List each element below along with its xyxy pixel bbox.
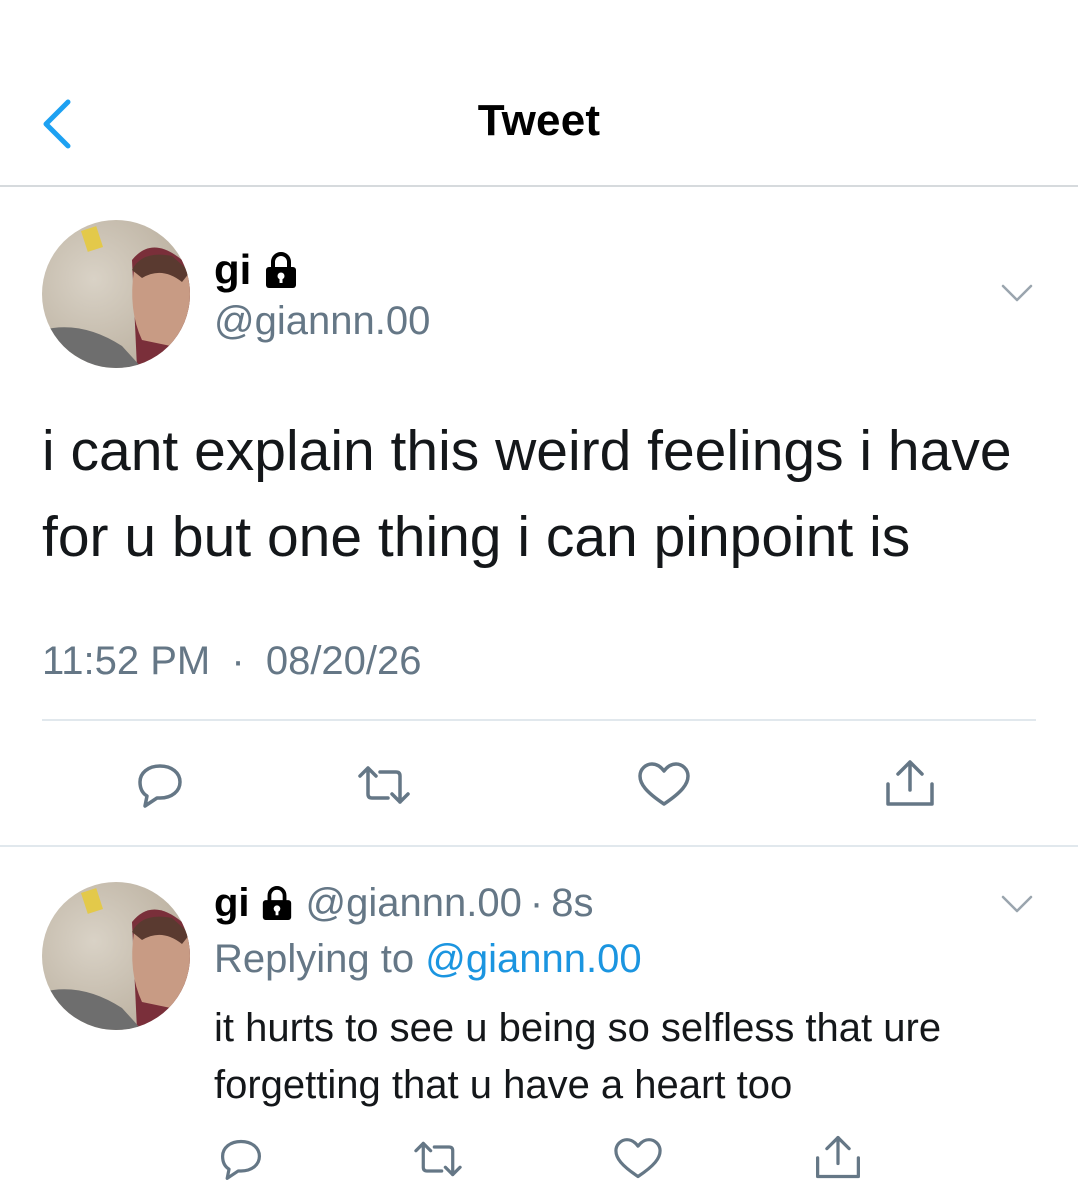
more-options-button[interactable] xyxy=(1000,893,1034,915)
reply-author-row: gi @giannn.00 · 8s xyxy=(214,878,593,928)
tweet-time: 11:52 PM xyxy=(42,639,211,683)
chevron-down-icon xyxy=(1001,895,1033,913)
share-button[interactable] xyxy=(812,1132,864,1182)
page-title: Tweet xyxy=(477,96,601,145)
like-icon xyxy=(638,762,690,806)
reply-text: it hurts to see u being so selfless that… xyxy=(214,1006,942,1107)
like-button[interactable] xyxy=(612,1136,664,1182)
share-icon xyxy=(886,760,934,806)
handle[interactable]: @giannn.00 xyxy=(306,881,522,926)
tweet-separator xyxy=(0,845,1078,847)
replying-to: Replying to @giannn.00 xyxy=(214,934,642,984)
retweet-icon xyxy=(358,766,410,804)
avatar[interactable] xyxy=(42,882,190,1030)
handle[interactable]: @giannn.00 xyxy=(214,298,430,344)
replying-prefix: Replying to xyxy=(214,937,415,981)
avatar-photo xyxy=(42,882,190,1030)
tweet-text: i cant explain this weird feelings i hav… xyxy=(42,419,1012,569)
like-icon xyxy=(614,1138,662,1179)
reply-time: 8s xyxy=(551,880,594,925)
reply-button[interactable] xyxy=(135,760,185,810)
replying-to-link[interactable]: @giannn.00 xyxy=(425,937,641,981)
tweet-timestamp: 11:52 PM · 08/20/26 xyxy=(42,636,422,686)
lock-icon xyxy=(262,886,291,920)
header-divider xyxy=(0,185,1078,187)
like-button[interactable] xyxy=(636,760,692,810)
avatar-photo xyxy=(42,220,190,368)
reply-icon xyxy=(220,1139,262,1180)
display-name[interactable]: gi xyxy=(214,248,251,292)
retweet-button[interactable] xyxy=(410,1136,466,1182)
display-name[interactable]: gi xyxy=(214,881,250,926)
separator: · xyxy=(529,880,544,925)
tweet-date: 08/20/26 xyxy=(265,639,422,683)
retweet-button[interactable] xyxy=(354,760,414,810)
lock-icon xyxy=(266,252,297,288)
author-row: gi xyxy=(214,248,299,292)
timestamp-separator: · xyxy=(231,639,245,683)
chevron-down-icon xyxy=(1001,284,1033,302)
retweet-icon xyxy=(414,1141,462,1177)
reply-icon xyxy=(138,764,182,808)
share-button[interactable] xyxy=(882,756,938,810)
divider xyxy=(42,719,1036,721)
more-options-button[interactable] xyxy=(1000,282,1034,304)
reply-button[interactable] xyxy=(218,1136,264,1182)
avatar[interactable] xyxy=(42,220,190,368)
share-icon xyxy=(816,1135,860,1179)
